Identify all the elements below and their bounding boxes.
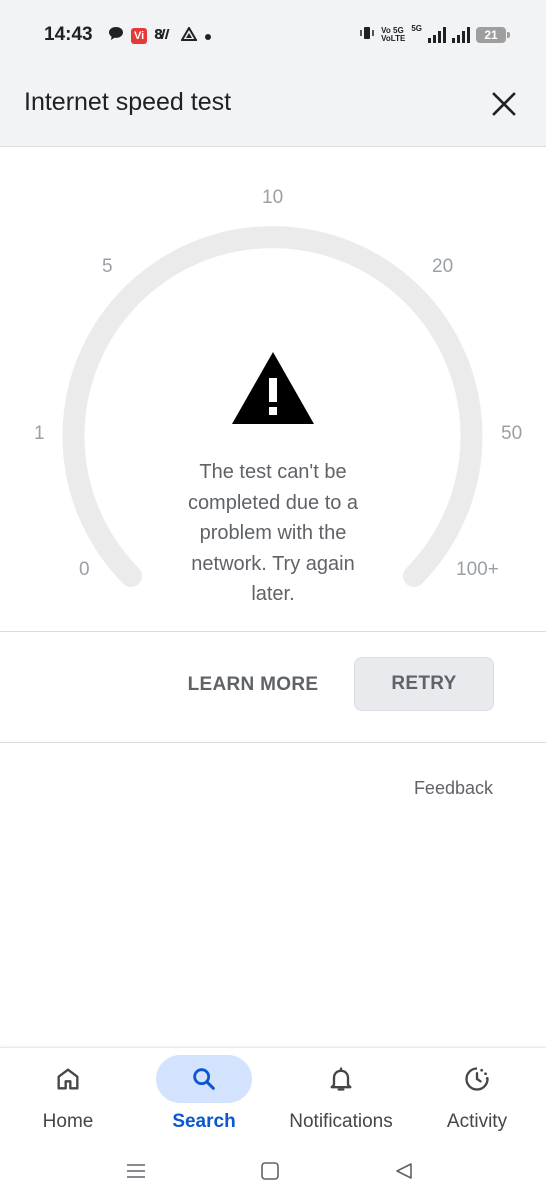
nav-pill-activity (429, 1055, 525, 1103)
vibrate-icon (359, 25, 375, 45)
gauge-tick-50: 50 (501, 423, 523, 444)
home-icon (57, 1068, 79, 1090)
close-button[interactable] (486, 86, 522, 122)
bell-icon (330, 1067, 352, 1091)
status-bar: 14:43 Vi 8 Vo 5G VoLTE 5G 21 (0, 0, 546, 62)
triangle-app-icon (180, 25, 198, 45)
nav-label-notifications: Notifications (289, 1111, 393, 1132)
error-message: The test can't be completed due to a pro… (187, 461, 359, 605)
notification-dot-icon (204, 27, 212, 45)
square-home-icon (261, 1162, 279, 1180)
network-labels: Vo 5G VoLTE (381, 27, 405, 43)
back-button[interactable] (384, 1155, 424, 1187)
close-icon (492, 92, 516, 116)
nav-pill-search (156, 1055, 252, 1103)
svg-text:8: 8 (154, 28, 163, 41)
gauge-tick-100-plus: 100+ (456, 559, 499, 580)
nav-item-search[interactable]: Search (136, 1048, 272, 1152)
app-notification-icon: 8 (154, 27, 174, 45)
app-header: Internet speed test (0, 62, 546, 147)
gauge-tick-5: 5 (102, 256, 113, 277)
warning-icon (232, 352, 314, 424)
divider-top (0, 631, 546, 632)
gauge-tick-0: 0 (79, 559, 90, 580)
back-triangle-icon (396, 1163, 412, 1179)
recent-apps-icon (127, 1164, 145, 1178)
network-type-label: 5G (411, 24, 422, 33)
home-system-button[interactable] (250, 1155, 290, 1187)
nav-item-activity[interactable]: Activity (409, 1048, 545, 1152)
battery-icon: 21 (476, 27, 510, 43)
gauge-tick-10: 10 (262, 187, 284, 208)
status-left-icons: Vi 8 (108, 25, 212, 45)
learn-more-button[interactable]: LEARN MORE (180, 660, 326, 710)
network-label-bottom: VoLTE (381, 34, 406, 43)
signal-strength-icon-1 (428, 27, 446, 43)
speed-gauge: 0 1 5 10 20 50 100+ The test can't be co… (0, 147, 546, 631)
nav-item-notifications[interactable]: Notifications (273, 1048, 409, 1152)
nav-item-home[interactable]: Home (0, 1048, 136, 1152)
gauge-tick-20: 20 (432, 256, 454, 277)
feedback-link[interactable]: Feedback (414, 778, 493, 799)
gauge-tick-1: 1 (34, 423, 45, 444)
carrier-badge: Vi (131, 27, 148, 44)
system-navigation-bar (0, 1151, 546, 1200)
nav-label-activity: Activity (446, 1111, 508, 1132)
status-right-icons: Vo 5G VoLTE 5G 21 (359, 24, 510, 45)
nav-pill-home (20, 1055, 116, 1103)
page-title: Internet speed test (24, 88, 232, 116)
bottom-navigation: Home Search Notifications Activity (0, 1047, 546, 1152)
nav-pill-notifications (293, 1055, 389, 1103)
status-time: 14:43 (44, 24, 93, 45)
divider-bottom (0, 742, 546, 743)
activity-icon (465, 1067, 489, 1091)
search-icon (193, 1068, 215, 1090)
signal-strength-icon-2 (452, 27, 470, 43)
retry-button[interactable]: RETRY (354, 657, 494, 711)
chat-bubble-icon (108, 26, 124, 45)
nav-label-search: Search (172, 1111, 236, 1132)
nav-label-home: Home (42, 1111, 94, 1132)
recent-apps-button[interactable] (116, 1155, 156, 1187)
